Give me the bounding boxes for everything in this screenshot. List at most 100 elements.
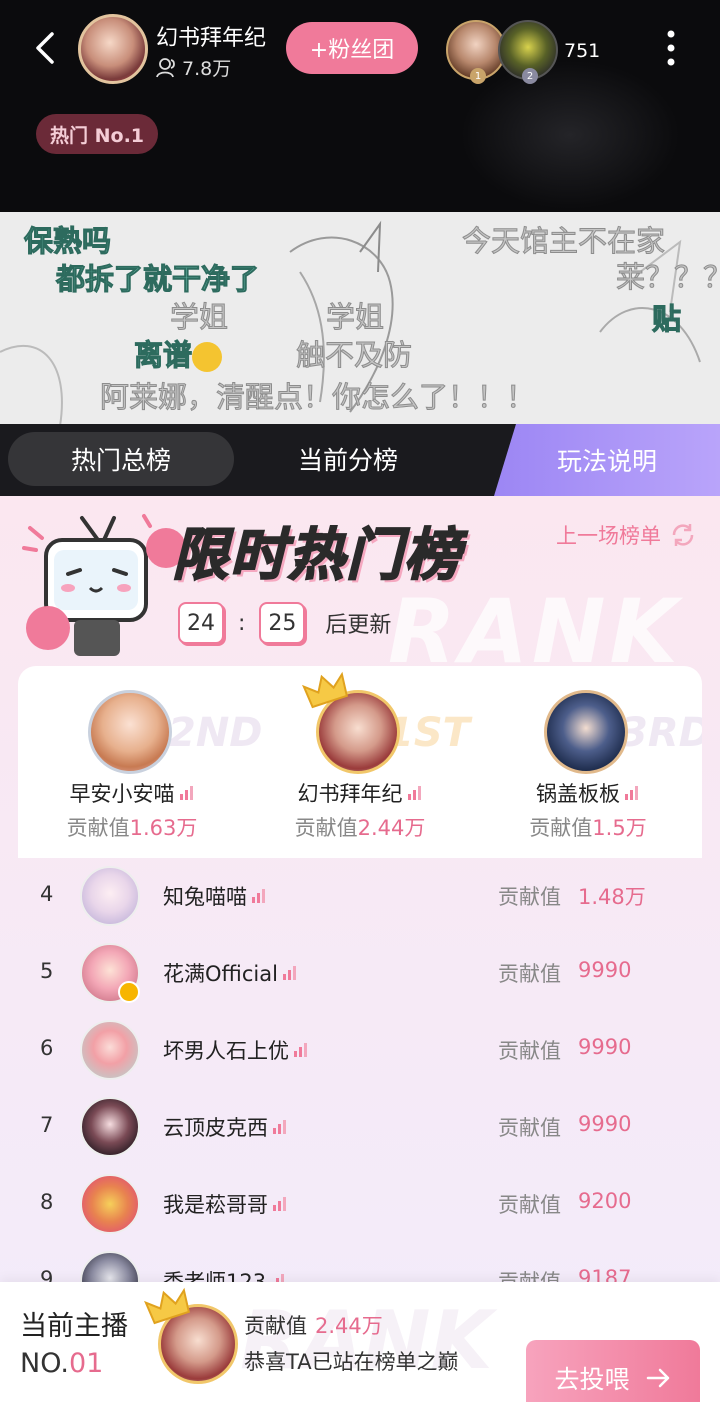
podium-name: 幻书拜年纪 bbox=[246, 778, 474, 808]
current-host-bar: RANK 当前主播 NO.01 贡献值 2.44万 恭喜TA已站在榜单之巅 去投喂 bbox=[0, 1282, 720, 1402]
timer-seconds: 25 bbox=[259, 602, 306, 644]
user-name: 坏男人石上优 bbox=[163, 1035, 309, 1065]
viewer-rank-1: 1 bbox=[470, 68, 486, 84]
danmaku-comment: 学姐 bbox=[325, 300, 385, 335]
contribution-value: 9990 bbox=[578, 1112, 632, 1136]
contribution-value: 9990 bbox=[578, 958, 632, 982]
contribution-label: 贡献值 bbox=[529, 816, 593, 840]
current-host-contribution: 贡献值 2.44万 bbox=[244, 1310, 383, 1340]
refresh-icon bbox=[672, 524, 694, 546]
ranking-list[interactable]: 4 知兔喵喵 贡献值 1.48万 5 花满Official 贡献值 9990 6… bbox=[18, 858, 702, 1288]
podium-name: 锅盖板板 bbox=[474, 778, 702, 808]
viewer-count[interactable]: 751 bbox=[564, 40, 600, 62]
avatar[interactable] bbox=[544, 690, 628, 774]
contribution-value: 9200 bbox=[578, 1189, 632, 1213]
podium-first[interactable]: 1ST 幻书拜年纪 贡献值2.44万 bbox=[246, 666, 474, 858]
avatar[interactable] bbox=[80, 866, 140, 926]
podium-name: 早安小安喵 bbox=[18, 778, 246, 808]
video-player[interactable]: 保熟吗 都拆了就干净了 今天馆主不在家 莱？？？ 学姐 学姐 离谱 触不及防 阿… bbox=[0, 212, 720, 426]
congrats-text: 恭喜TA已站在榜单之巅 bbox=[244, 1350, 459, 1374]
current-host-rank: NO.01 bbox=[20, 1348, 103, 1379]
avatar[interactable] bbox=[88, 690, 172, 774]
top-viewer-avatar-1[interactable]: 1 bbox=[446, 20, 506, 84]
list-item[interactable]: 6 坏男人石上优 贡献值 9990 bbox=[18, 1012, 702, 1089]
signal-icon bbox=[407, 786, 421, 800]
signal-icon bbox=[252, 889, 265, 903]
contribution-value: 1.48万 bbox=[578, 885, 646, 909]
podium-name-text: 幻书拜年纪 bbox=[297, 782, 403, 806]
contribution-label: 贡献值 bbox=[498, 1193, 561, 1217]
user-name-text: 坏男人石上优 bbox=[163, 1039, 289, 1063]
top-viewer-avatar-2[interactable]: 2 bbox=[498, 20, 558, 84]
rank-prefix: NO. bbox=[20, 1348, 69, 1379]
danmaku-comment: 触不及防 bbox=[295, 338, 413, 373]
feed-vote-button[interactable]: 去投喂 bbox=[526, 1340, 700, 1402]
danmaku-comment: 都拆了就干净了 bbox=[55, 262, 260, 297]
user-name: 知兔喵喵 bbox=[163, 881, 267, 911]
tab-rules[interactable]: 玩法说明 bbox=[494, 424, 720, 496]
podium-name-text: 早安小安喵 bbox=[69, 782, 175, 806]
signal-icon bbox=[625, 786, 638, 800]
place-watermark: 3RD bbox=[620, 710, 702, 756]
rank-number: 6 bbox=[40, 1036, 54, 1060]
avatar[interactable] bbox=[80, 1020, 140, 1080]
contribution-value: 9990 bbox=[578, 1035, 632, 1059]
list-item[interactable]: 4 知兔喵喵 贡献值 1.48万 bbox=[18, 858, 702, 935]
tab-hot-overall[interactable]: 热门总榜 bbox=[8, 432, 234, 486]
avatar[interactable] bbox=[80, 1174, 140, 1234]
back-arrow-icon[interactable] bbox=[30, 30, 60, 66]
contribution-value: 2.44万 bbox=[357, 816, 426, 840]
danmaku-comment: 莱？？？ bbox=[615, 260, 720, 295]
podium-second[interactable]: 2ND 早安小安喵 贡献值1.63万 bbox=[18, 666, 263, 858]
list-item[interactable]: 5 花满Official 贡献值 9990 bbox=[18, 935, 702, 1012]
user-name-text: 花满Official bbox=[163, 962, 278, 986]
danmaku-comment: 学姐 bbox=[169, 300, 229, 335]
contribution-label: 贡献值 bbox=[498, 1116, 561, 1140]
board-title: 限时热门榜 bbox=[171, 522, 462, 589]
contribution-label: 贡献值 bbox=[294, 816, 358, 840]
contribution-label: 贡献值 bbox=[498, 885, 561, 909]
contribution-value: 1.5万 bbox=[592, 816, 647, 840]
rank-number: 5 bbox=[40, 959, 54, 983]
podium-third[interactable]: 3RD 锅盖板板 贡献值1.5万 bbox=[474, 666, 702, 858]
danmaku-comment: 阿莱娜，清醒点！你怎么了！！！ bbox=[99, 380, 536, 415]
host-avatar[interactable] bbox=[78, 14, 148, 84]
previous-board-link[interactable]: 上一场榜单 bbox=[556, 520, 697, 550]
previous-board-label: 上一场榜单 bbox=[556, 524, 661, 548]
podium-contribution: 贡献值2.44万 bbox=[246, 812, 474, 842]
ranking-board: RANK 限时热门榜 上一场榜单 24 : 25 后更新 2ND 早安小安喵 贡… bbox=[0, 496, 720, 1402]
room-header: 幻书拜年纪 7.8万 +粉丝团 1 2 751 热门 No.1 bbox=[0, 0, 720, 212]
rank-number: 4 bbox=[40, 882, 54, 906]
contribution-label: 贡献值 bbox=[498, 962, 561, 986]
podium-contribution: 贡献值1.5万 bbox=[474, 812, 702, 842]
contribution-value: 2.44万 bbox=[315, 1314, 383, 1338]
top-three-podium: 2ND 早安小安喵 贡献值1.63万 1ST 幻书拜年纪 贡献值2.44万 3R… bbox=[18, 666, 702, 858]
danmaku-text: 离谱 bbox=[133, 338, 193, 373]
signal-icon bbox=[179, 786, 193, 800]
feed-vote-label: 去投喂 bbox=[554, 1365, 630, 1394]
avatar[interactable] bbox=[80, 1097, 140, 1157]
host-fans: 7.8万 bbox=[156, 54, 231, 81]
arrow-right-icon bbox=[646, 1368, 669, 1388]
user-name: 花满Official bbox=[163, 958, 298, 988]
hot-rank-badge[interactable]: 热门 No.1 bbox=[36, 114, 159, 154]
podium-name-text: 锅盖板板 bbox=[536, 782, 620, 806]
rank-number: 7 bbox=[40, 1113, 54, 1137]
tab-current-sub[interactable]: 当前分榜 bbox=[248, 432, 448, 486]
more-options-icon[interactable] bbox=[666, 28, 676, 68]
board-tabs: 热门总榜 当前分榜 玩法说明 bbox=[0, 424, 720, 496]
timer-colon: : bbox=[238, 610, 246, 636]
timer-suffix: 后更新 bbox=[325, 613, 392, 638]
host-name[interactable]: 幻书拜年纪 bbox=[156, 20, 266, 52]
contribution-label: 贡献值 bbox=[66, 816, 130, 840]
fans-count: 7.8万 bbox=[182, 58, 232, 80]
contribution-value: 1.63万 bbox=[129, 816, 198, 840]
timer-minutes: 24 bbox=[178, 602, 224, 644]
danmaku-comment: 保熟吗 bbox=[23, 224, 112, 259]
list-item[interactable]: 7 云顶皮克西 贡献值 9990 bbox=[18, 1089, 702, 1166]
contribution-label: 贡献值 bbox=[244, 1314, 307, 1338]
signal-icon bbox=[273, 1197, 286, 1211]
list-item[interactable]: 8 我是菘哥哥 贡献值 9200 bbox=[18, 1166, 702, 1243]
fan-club-button[interactable]: +粉丝团 bbox=[286, 22, 418, 74]
user-name: 我是菘哥哥 bbox=[163, 1189, 288, 1219]
